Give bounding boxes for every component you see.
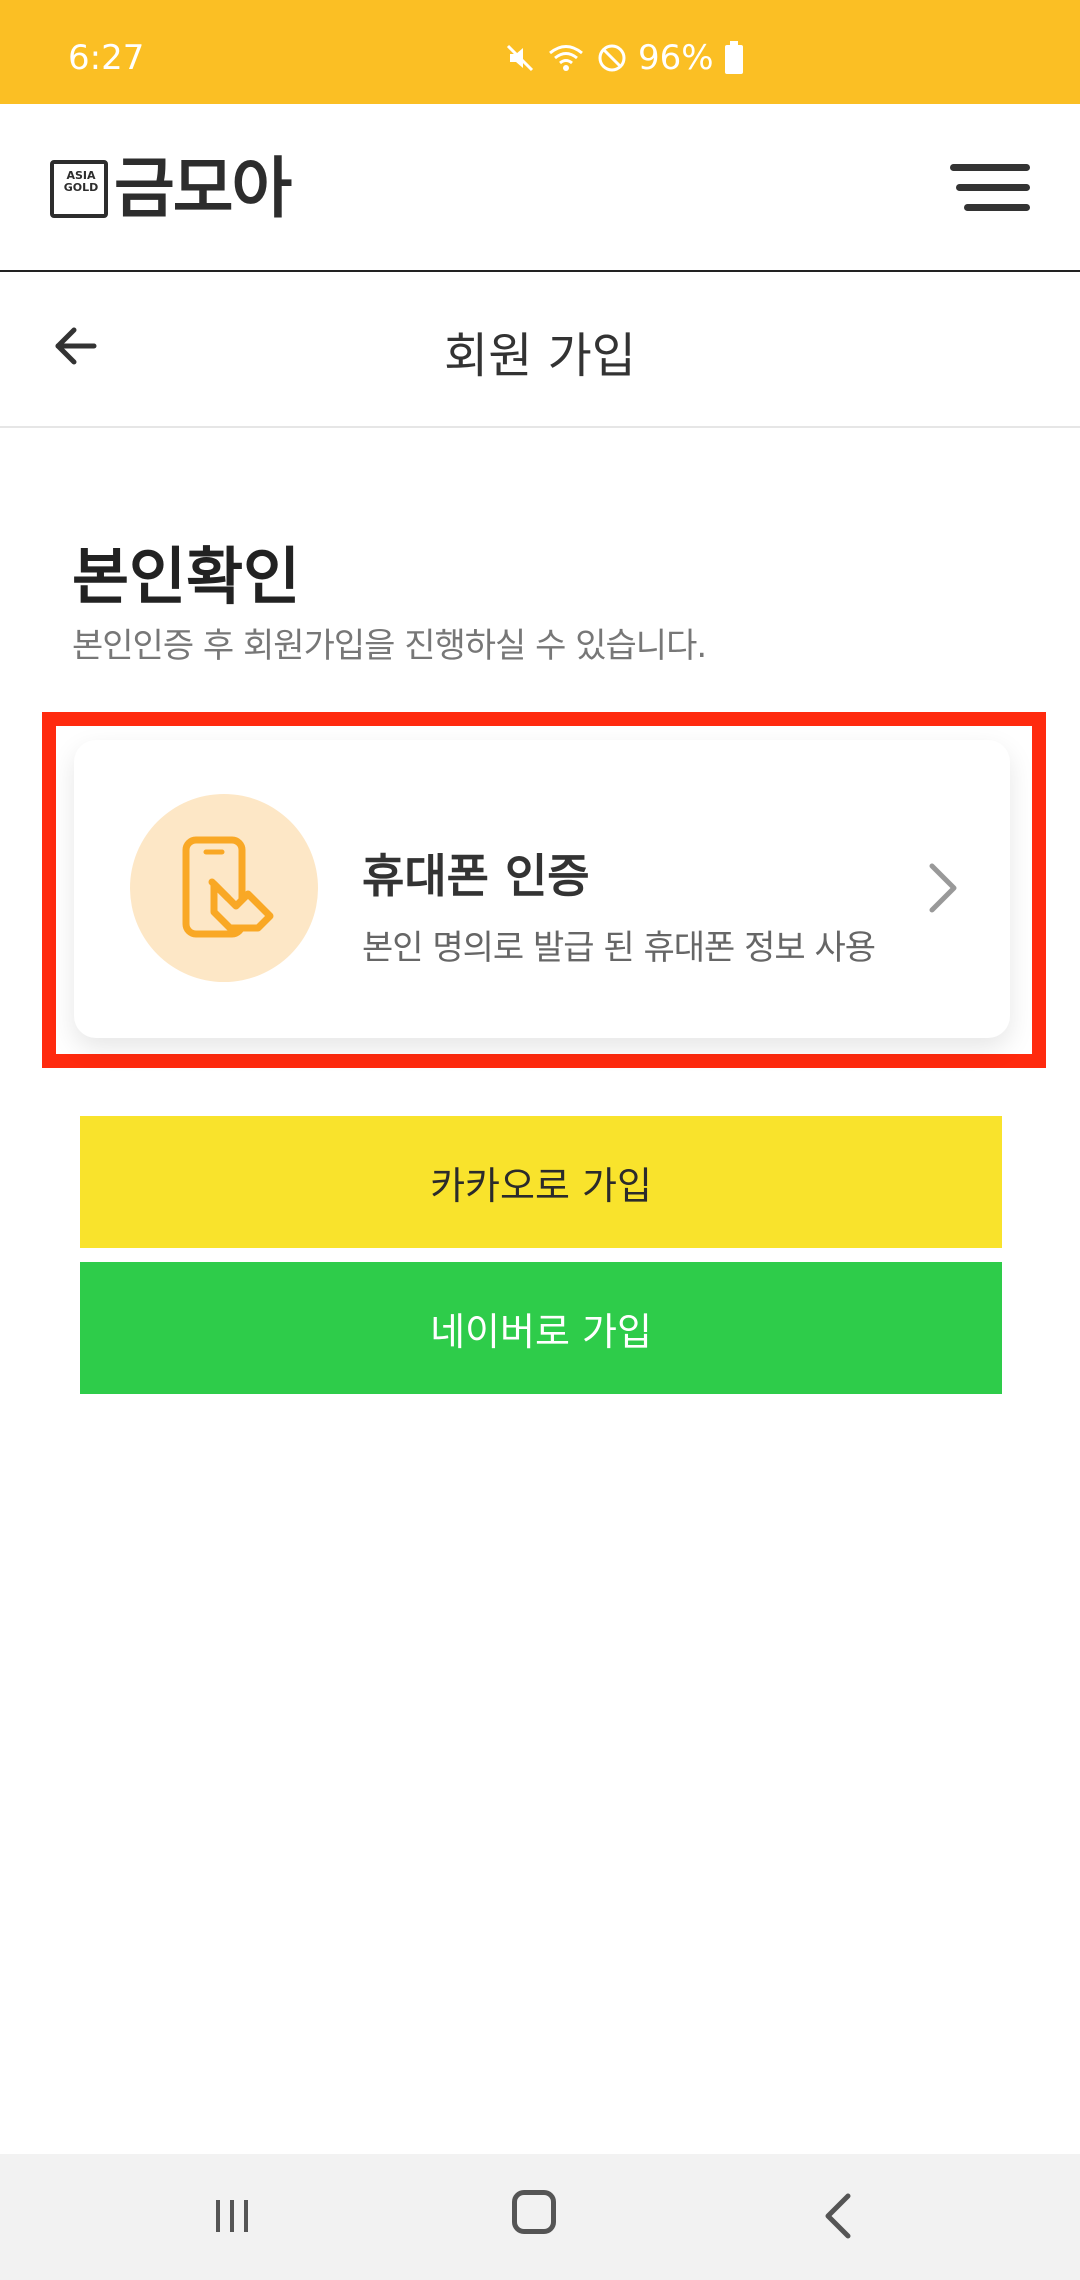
status-time: 6:27 (68, 38, 145, 78)
logo[interactable]: ASIA GOLD 금모아 (50, 150, 292, 227)
page-header: 회원 가입 (0, 272, 1080, 428)
recent-apps-icon[interactable] (212, 2196, 252, 2236)
battery-icon (724, 41, 743, 74)
app-header: ASIA GOLD 금모아 (0, 104, 1080, 272)
status-icons: 96% (504, 38, 744, 78)
logo-badge: ASIA GOLD (50, 160, 108, 218)
status-bar: 6:27 96% (0, 0, 1080, 104)
kakao-signup-button[interactable]: 카카오로 가입 (80, 1116, 1002, 1248)
mute-icon (506, 44, 534, 72)
logo-text: 금모아 (114, 150, 292, 227)
chevron-right-icon (929, 863, 957, 913)
phone-auth-card[interactable]: 휴대폰 인증 본인 명의로 발급 된 휴대폰 정보 사용 (74, 740, 1010, 1038)
section-title: 본인확인 (72, 540, 301, 613)
section-description: 본인인증 후 회원가입을 진행하실 수 있습니다. (72, 626, 707, 666)
back-icon[interactable] (820, 2192, 856, 2240)
phone-touch-icon (182, 836, 274, 938)
page-title: 회원 가입 (444, 328, 636, 384)
wifi-icon (549, 45, 583, 71)
phone-auth-title: 휴대폰 인증 (362, 849, 590, 903)
phone-auth-icon-circle (130, 794, 318, 982)
naver-signup-button[interactable]: 네이버로 가입 (80, 1262, 1002, 1394)
battery-percent: 96% (638, 38, 714, 78)
phone-auth-description: 본인 명의로 발급 된 휴대폰 정보 사용 (362, 928, 876, 968)
do-not-disturb-icon (598, 44, 626, 72)
home-icon[interactable] (512, 2190, 556, 2234)
hamburger-menu-icon[interactable] (950, 160, 1030, 220)
logo-badge-gold: GOLD (63, 181, 99, 194)
navigation-bar (0, 2154, 1080, 2280)
